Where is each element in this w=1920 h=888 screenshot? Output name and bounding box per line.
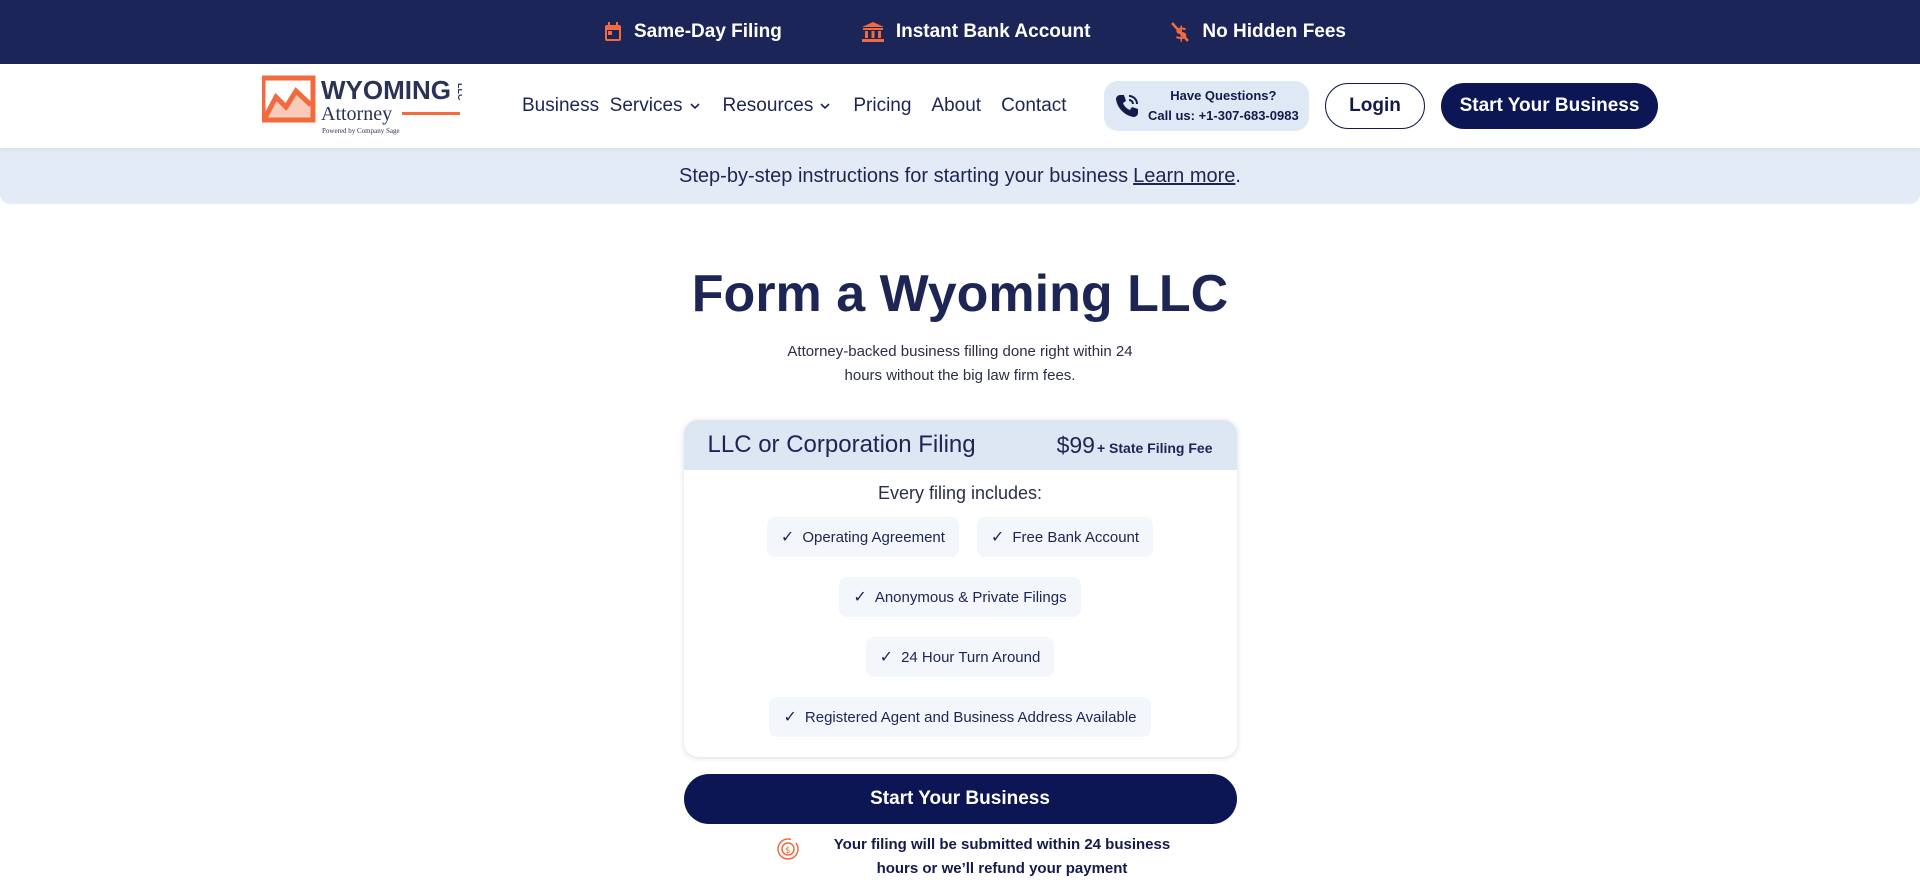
nav-label: Business Services xyxy=(522,95,683,116)
guarantee-text: Your filing will be submitted within 24 … xyxy=(833,836,1171,877)
feature-pill: ✓ Operating Agreement xyxy=(766,517,959,557)
nav-label: Contact xyxy=(1001,95,1067,116)
svg-text:LLC: LLC xyxy=(456,83,462,101)
nav-about[interactable]: About xyxy=(931,95,981,117)
checkmark-icon: ✓ xyxy=(879,649,894,666)
nav-contact[interactable]: Contact xyxy=(1001,95,1066,117)
svg-text:WYOMING: WYOMING xyxy=(321,75,451,105)
top-banner: Same-Day Filing Instant Bank Account $ N… xyxy=(0,0,1920,64)
perk-same-day: Same-Day Filing xyxy=(604,21,782,43)
feature-label: Anonymous & Private Filings xyxy=(874,588,1067,606)
pricing-card-body: Every filing includes: ✓ Operating Agreem… xyxy=(684,470,1237,757)
strip-suffix: . xyxy=(1235,164,1241,187)
chevron-down-icon xyxy=(689,103,700,110)
nav-label: About xyxy=(931,95,982,116)
nav-business-services[interactable]: Business Services xyxy=(522,95,701,117)
start-business-header-button[interactable]: Start Your Business xyxy=(1441,83,1658,129)
questions-text: Have Questions? Call us: +1-307-683-0983 xyxy=(1148,86,1299,126)
feature-list: ✓ Operating Agreement ✓ Free Bank Account … xyxy=(684,517,1237,737)
feature-label: 24 Hour Turn Around xyxy=(901,648,1041,666)
feature-pill: ✓ 24 Hour Turn Around xyxy=(865,637,1055,677)
calendar-icon xyxy=(605,22,621,41)
checkmark-icon: ✓ xyxy=(990,529,1005,546)
feature-pill: ✓ Registered Agent and Business Address A… xyxy=(769,697,1151,737)
phone-icon xyxy=(1116,95,1138,117)
wyoming-attorney-logo: WYOMING LLC Attorney Powered by Company … xyxy=(260,75,466,135)
nav-pricing[interactable]: Pricing xyxy=(853,95,911,117)
questions-heading: Have Questions? xyxy=(1170,88,1277,103)
info-strip: Step-by-step instructions for starting y… xyxy=(0,148,1920,204)
feature-label: Registered Agent and Business Address Av… xyxy=(804,708,1137,726)
nav-label: Resources xyxy=(722,95,814,116)
nav-resources[interactable]: Resources xyxy=(723,95,832,117)
site-header: WYOMING LLC Attorney Powered by Company … xyxy=(0,64,1920,148)
plan-name: LLC or Corporation Filing xyxy=(707,431,976,458)
price-amount: $99 xyxy=(1056,431,1095,458)
login-button[interactable]: Login xyxy=(1325,83,1425,129)
perk-label: No Hidden Fees xyxy=(1202,21,1346,42)
strip-text: Step-by-step instructions for starting y… xyxy=(679,164,1129,187)
checkmark-icon: ✓ xyxy=(853,589,867,606)
hero-subtitle: Attorney-backed business filling done ri… xyxy=(787,343,1133,384)
checkmark-icon: ✓ xyxy=(780,529,795,546)
feature-pill: ✓ Free Bank Account xyxy=(976,517,1154,557)
refund-guarantee-icon: $ xyxy=(777,838,799,860)
learn-more-link[interactable]: Learn more xyxy=(1133,165,1235,188)
nav-label: Pricing xyxy=(853,95,912,116)
refund-guarantee: $ Your filing will be submitted within 2… xyxy=(730,833,1190,881)
perk-bank: Instant Bank Account xyxy=(861,21,1091,43)
phone-number[interactable]: Call us: +1-307-683-0983 xyxy=(1148,106,1299,126)
feature-label: Free Bank Account xyxy=(1012,528,1140,546)
questions-box[interactable]: Have Questions? Call us: +1-307-683-0983 xyxy=(1104,81,1309,131)
logo[interactable]: WYOMING LLC Attorney Powered by Company … xyxy=(260,75,466,137)
plan-price: $99 + State Filing Fee xyxy=(1057,432,1213,459)
includes-label: Every filing includes: xyxy=(877,483,1043,503)
price-note: + State Filing Fee xyxy=(1096,439,1213,456)
svg-text:Powered by Company Sage: Powered by Company Sage xyxy=(322,127,400,135)
start-business-button[interactable]: Start Your Business xyxy=(683,774,1237,824)
feature-pill: ✓ Anonymous & Private Filings xyxy=(839,577,1081,617)
feature-label: Operating Agreement xyxy=(802,528,945,546)
svg-text:Attorney: Attorney xyxy=(321,103,392,125)
perk-label: Instant Bank Account xyxy=(895,21,1091,42)
bank-icon xyxy=(861,22,884,42)
pricing-card-header: LLC or Corporation Filing $99 + State Fil… xyxy=(683,420,1237,470)
no-dollar-icon: $ xyxy=(1171,22,1190,43)
perk-no-fees: $ No Hidden Fees xyxy=(1170,21,1346,43)
svg-text:$: $ xyxy=(785,846,791,856)
chevron-down-icon xyxy=(820,103,830,110)
perk-label: Same-Day Filing xyxy=(634,21,782,42)
checkmark-icon: ✓ xyxy=(783,709,797,726)
page-title: Form a Wyoming LLC xyxy=(691,265,1229,323)
pricing-card: LLC or Corporation Filing $99 + State Fil… xyxy=(683,420,1237,757)
main-nav: Business Services Resources Pricing Abou… xyxy=(522,64,1089,148)
